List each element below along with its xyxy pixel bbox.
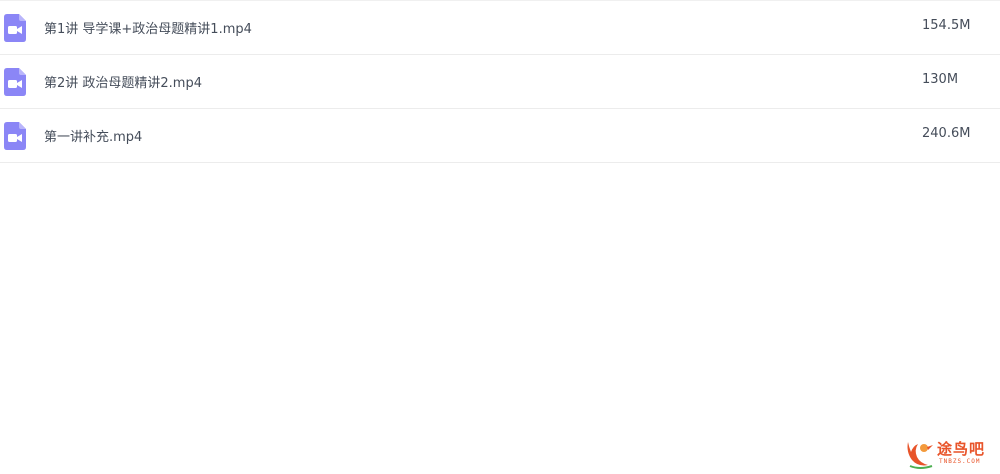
video-file-icon (4, 122, 26, 150)
file-size: 240.6M (922, 126, 971, 141)
file-name[interactable]: 第2讲 政治母题精讲2.mp4 (44, 72, 202, 91)
file-row[interactable]: 第一讲补充.mp4 240.6M (0, 109, 1000, 163)
watermark-text: 途鸟吧 (937, 440, 986, 458)
watermark-logo: 途鸟吧 TNBZS.COM (904, 436, 996, 470)
file-row[interactable]: 第1讲 导学课+政治母题精讲1.mp4 154.5M (0, 1, 1000, 55)
file-name[interactable]: 第一讲补充.mp4 (44, 126, 142, 145)
watermark-subtext: TNBZS.COM (939, 458, 981, 465)
file-list: 第1讲 导学课+政治母题精讲1.mp4 154.5M 第2讲 政治母题精讲2.m… (0, 0, 1000, 163)
file-row[interactable]: 第2讲 政治母题精讲2.mp4 130M (0, 55, 1000, 109)
file-size: 130M (922, 72, 959, 87)
video-file-icon (4, 68, 26, 96)
file-size: 154.5M (922, 18, 971, 33)
file-name[interactable]: 第1讲 导学课+政治母题精讲1.mp4 (44, 18, 252, 37)
video-file-icon (4, 14, 26, 42)
bird-logo-icon (907, 442, 933, 469)
